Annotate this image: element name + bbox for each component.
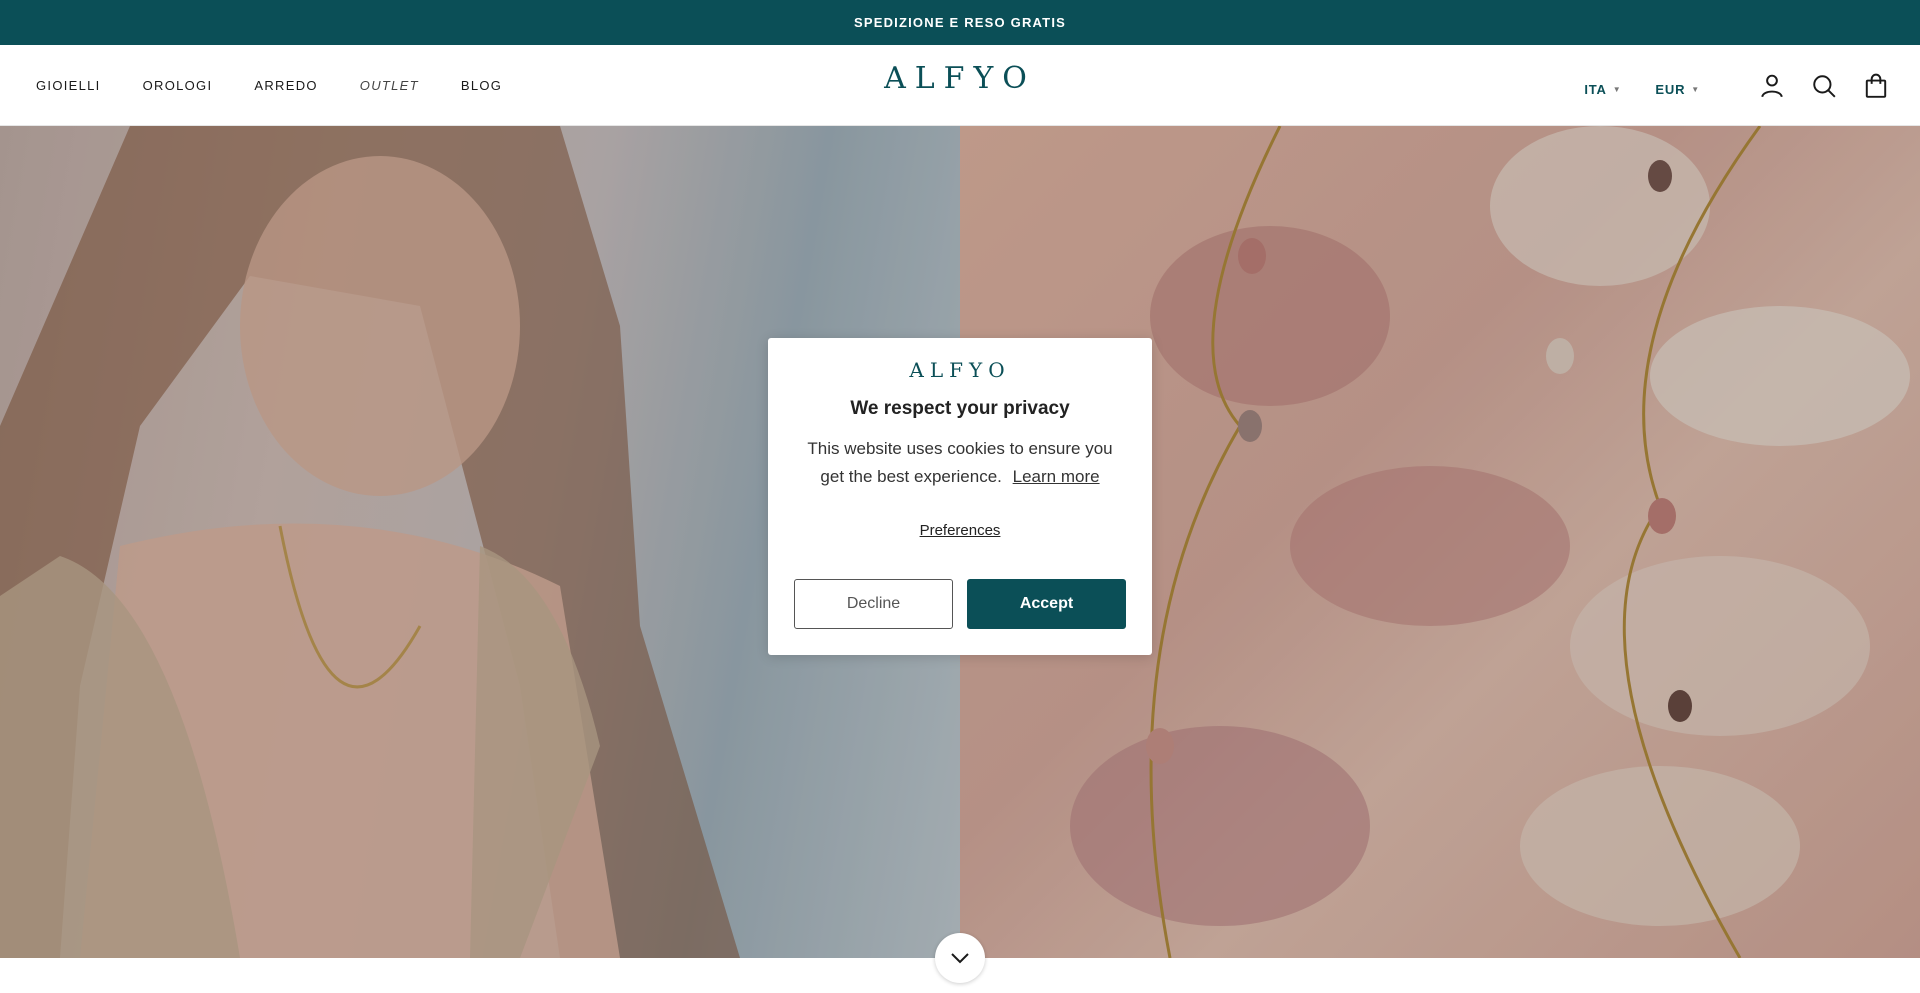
nav-item-arredo[interactable]: ARREDO xyxy=(254,78,317,93)
cart-icon[interactable] xyxy=(1862,72,1890,100)
nav-item-orologi[interactable]: OROLOGI xyxy=(143,78,213,93)
site-header: GIOIELLI OROLOGI ARREDO OUTLET BLOG ALFY… xyxy=(0,45,1920,126)
learn-more-link[interactable]: Learn more xyxy=(1013,467,1100,486)
currency-label: EUR xyxy=(1655,82,1686,97)
cookie-consent-modal: ALFYO We respect your privacy This websi… xyxy=(768,338,1152,655)
decline-button[interactable]: Decline xyxy=(794,579,953,629)
nav-item-gioielli[interactable]: GIOIELLI xyxy=(36,78,101,93)
search-icon[interactable] xyxy=(1810,72,1838,100)
chevron-down-icon: ▼ xyxy=(1612,85,1622,94)
currency-selector[interactable]: EUR ▼ xyxy=(1655,82,1700,97)
modal-title: We respect your privacy xyxy=(850,398,1070,419)
site-logo[interactable]: ALFYO xyxy=(884,61,1036,96)
language-selector[interactable]: ITA ▼ xyxy=(1584,82,1621,97)
scroll-down-button[interactable] xyxy=(935,933,985,983)
announcement-bar: SPEDIZIONE E RESO GRATIS xyxy=(0,0,1920,45)
nav-item-outlet[interactable]: OUTLET xyxy=(360,78,419,93)
accept-button[interactable]: Accept xyxy=(967,579,1126,629)
preferences-link[interactable]: Preferences xyxy=(768,522,1152,539)
chevron-down-icon xyxy=(951,953,969,964)
announcement-text: SPEDIZIONE E RESO GRATIS xyxy=(853,15,1067,30)
language-label: ITA xyxy=(1584,82,1607,97)
chevron-down-icon: ▼ xyxy=(1691,85,1700,94)
modal-body: This website uses cookies to ensure you … xyxy=(798,435,1122,491)
account-icon[interactable] xyxy=(1758,72,1786,100)
modal-logo: ALFYO xyxy=(909,358,1011,382)
main-nav: GIOIELLI OROLOGI ARREDO OUTLET BLOG xyxy=(36,45,544,126)
header-actions: ITA ▼ EUR ▼ xyxy=(1584,45,1890,126)
nav-item-blog[interactable]: BLOG xyxy=(461,78,502,93)
